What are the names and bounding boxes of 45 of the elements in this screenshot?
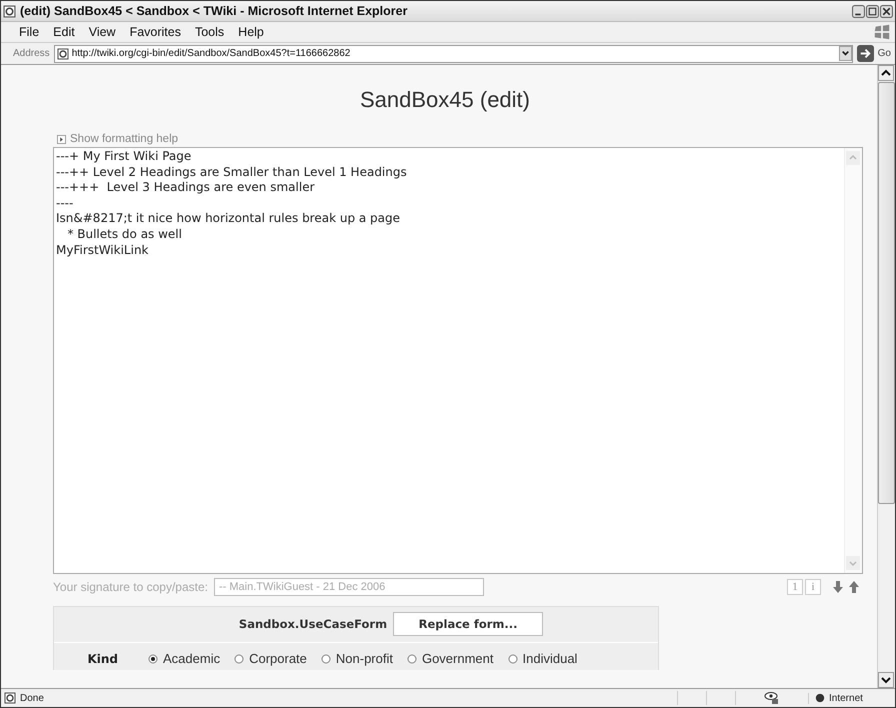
menu-item[interactable]: Help xyxy=(238,25,264,39)
page-icon xyxy=(4,692,16,704)
address-field[interactable]: http://twiki.org/cgi-bin/edit/Sandbox/SandBox45?t=1166662862 xyxy=(54,44,853,62)
address-label: Address xyxy=(13,48,50,59)
radio-button[interactable] xyxy=(320,654,331,664)
status-text: Done xyxy=(20,692,45,704)
radio-button[interactable] xyxy=(406,654,417,664)
windows-logo-icon xyxy=(873,23,891,41)
up-arrow-icon[interactable] xyxy=(847,580,861,594)
scroll-up-icon[interactable] xyxy=(878,65,894,81)
radio-label[interactable]: Individual xyxy=(522,651,578,666)
close-icon[interactable] xyxy=(880,4,893,18)
replace-form-button[interactable]: Replace form... xyxy=(393,612,544,636)
scroll-thumb[interactable] xyxy=(878,82,895,504)
go-button[interactable]: Go xyxy=(878,48,891,59)
page-icon xyxy=(3,4,16,18)
editor-text: ---+ My First Wiki Page ---++ Level 2 Headings are Smaller than Level 1 Headings ---+++ Level 3 Headings are even smaller ---- Isn&#8217;t it nice how horizontal rules break up a page * Bullets do as well MyFirstWikiLink xyxy=(55,148,408,259)
signature-label: Your signature to copy/paste: xyxy=(53,580,208,594)
menu-item[interactable]: File xyxy=(19,25,40,39)
menu-item[interactable]: Edit xyxy=(53,25,75,39)
down-arrow-icon[interactable] xyxy=(831,580,845,594)
dropdown-icon[interactable] xyxy=(838,46,852,61)
minimize-icon[interactable] xyxy=(852,4,865,18)
radio-button[interactable] xyxy=(508,654,518,664)
security-zone: Internet xyxy=(829,692,863,704)
radio-label[interactable]: Non-profit xyxy=(336,651,393,666)
radio-button[interactable] xyxy=(148,654,158,664)
menu-item[interactable]: Tools xyxy=(194,25,224,39)
expand-icon[interactable] xyxy=(57,134,66,144)
privacy-eye-icon xyxy=(764,691,780,705)
menu-item[interactable]: View xyxy=(88,25,116,39)
field-label: Kind xyxy=(86,652,118,666)
maximize-icon[interactable] xyxy=(866,4,879,18)
window-title: (edit) SandBox45 < Sandbox < TWiki - Microsoft Internet Explorer xyxy=(20,4,408,18)
radio-label[interactable]: Academic xyxy=(163,651,220,666)
radio-label[interactable]: Corporate xyxy=(249,651,307,666)
radio-button[interactable] xyxy=(234,654,244,664)
form-name: Sandbox.UseCaseForm xyxy=(238,617,388,631)
radio-label[interactable]: Government xyxy=(422,651,494,666)
globe-icon xyxy=(815,693,825,703)
page-scrollbar[interactable] xyxy=(877,65,895,688)
page-icon xyxy=(56,48,69,60)
page-heading: SandBox45 (edit) xyxy=(359,87,531,113)
scroll-down-icon[interactable] xyxy=(878,672,894,688)
menu-item[interactable]: Favorites xyxy=(130,25,181,39)
